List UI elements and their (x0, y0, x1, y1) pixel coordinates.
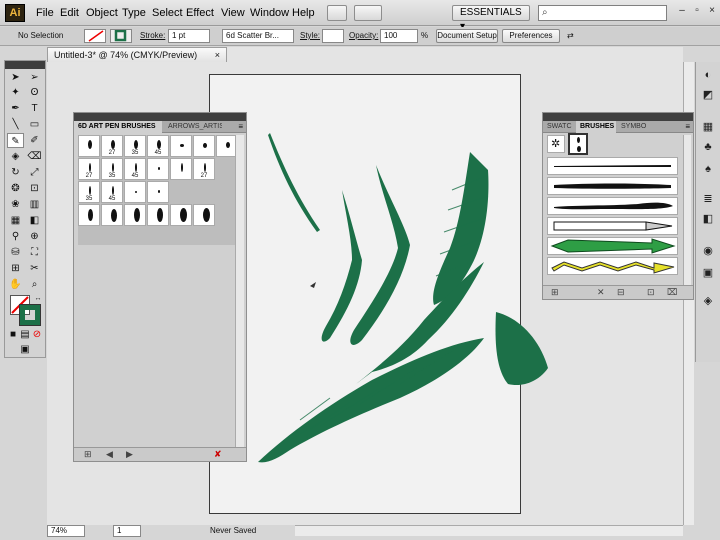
pen-stroke-thin (268, 133, 320, 232)
panel-tabs: SWATC BRUSHES SYMBO ≡ (543, 121, 693, 133)
brush-thumbnail[interactable]: 35 (78, 181, 100, 203)
panel-header[interactable] (543, 113, 693, 121)
scatter-brush-thumbnail[interactable]: ✲ (547, 135, 565, 153)
brush-thumbnail[interactable]: 45 (101, 181, 123, 203)
brush-thumbnail[interactable] (147, 204, 169, 226)
panel-tabs: 6D ART PEN BRUSHES ARROWS_ARTIS ≡ (74, 121, 246, 133)
scribble-stroke-lower (258, 338, 484, 463)
panel-footer: ⊞ ◀ ▶ ✘ (74, 447, 246, 461)
brush-thumbnail[interactable]: 35 (124, 135, 146, 157)
tab-symbols[interactable]: SYMBO (617, 121, 651, 133)
selected-brush-thumbnail[interactable] (568, 133, 588, 155)
appearance-panel-icon[interactable]: ◉ (701, 244, 715, 258)
brush-thumbnail[interactable] (170, 135, 192, 157)
brush-thumbnail[interactable]: 27 (101, 135, 123, 157)
stray-mark (310, 282, 316, 288)
brush-thumbnail[interactable] (170, 158, 192, 180)
brushes-panel-icon[interactable]: ♣ (701, 140, 715, 154)
brush-row-thin[interactable] (547, 157, 678, 175)
brush-thumbnail[interactable] (101, 204, 123, 226)
swatches-panel-icon[interactable]: ▦ (701, 120, 715, 134)
tab-art-pen-brushes[interactable]: 6D ART PEN BRUSHES (74, 121, 162, 133)
remove-stroke-icon[interactable]: ✕ (597, 287, 605, 298)
brush-row-yellow-arrow[interactable] (547, 257, 678, 275)
scribble-stroke-upper (433, 152, 489, 305)
brush-thumbnail[interactable]: 27 (78, 158, 100, 180)
brush-thumbnail[interactable] (147, 158, 169, 180)
panel-dock: ◐ ◩ ▦ ♣ ♠ ≣ ◧ ◉ ▣ ◈ (695, 62, 720, 362)
brush-thumbnail[interactable]: 45 (147, 135, 169, 157)
delete-brush-icon[interactable]: ⌧ (667, 287, 677, 298)
panel-footer: ⊞ ✕ ⊟ ⊡ ⌧ (543, 285, 693, 299)
brush-row-pencil[interactable] (547, 217, 678, 235)
brush-row-dry[interactable] (547, 197, 678, 215)
brush-thumbnail[interactable]: 45 (124, 158, 146, 180)
brush-thumbnail[interactable]: 35 (101, 158, 123, 180)
brush-thumbnail-grid: 27 35 45 27 35 45 27 35 45 (78, 135, 238, 245)
art-pen-brushes-panel: 6D ART PEN BRUSHES ARROWS_ARTIS ≡ 27 35 … (73, 112, 247, 462)
save-status: Never Saved (210, 526, 257, 535)
tab-arrows[interactable]: ARROWS_ARTIS (164, 121, 222, 133)
panel-menu-icon[interactable]: ≡ (685, 121, 690, 133)
brush-library-menu-icon[interactable]: ⊞ (84, 449, 92, 460)
brush-row-green-arrow[interactable] (547, 237, 678, 255)
artboard-number-field[interactable]: 1 (113, 525, 141, 537)
previous-library-icon[interactable]: ◀ (106, 449, 113, 460)
brushes-panel: SWATC BRUSHES SYMBO ≡ ✲ ⊞ ✕ ⊟ ⊡ ⌧ (542, 112, 694, 300)
symbols-panel-icon[interactable]: ♠ (701, 162, 715, 176)
status-bar: 74% 1 Never Saved (47, 525, 295, 538)
illustrator-window: Ai File Edit Object Type Select Effect V… (0, 0, 720, 540)
brush-thumbnail[interactable] (78, 204, 100, 226)
brush-options-icon[interactable]: ⊟ (617, 287, 625, 298)
scribble-stroke-right (495, 312, 548, 386)
gear-icon: ✲ (551, 138, 561, 150)
panel-scrollbar[interactable] (235, 135, 244, 447)
next-library-icon[interactable]: ▶ (126, 449, 133, 460)
brush-stroke-left (321, 190, 362, 342)
brush-thumbnail[interactable] (170, 204, 192, 226)
brush-thumbnail[interactable] (147, 181, 169, 203)
layers-panel-icon[interactable]: ◈ (701, 294, 715, 308)
color-panel-icon[interactable]: ◐ (701, 68, 715, 82)
brush-thumbnail[interactable] (78, 135, 100, 157)
color-guide-icon[interactable]: ◩ (701, 88, 715, 102)
panel-scrollbar[interactable] (683, 135, 691, 285)
panel-menu-icon[interactable]: ≡ (238, 121, 243, 133)
stroke-panel-icon[interactable]: ≣ (701, 192, 715, 206)
panel-header[interactable] (74, 113, 246, 121)
zoom-field[interactable]: 74% (47, 525, 85, 537)
brush-thumbnail[interactable] (124, 181, 146, 203)
brush-libraries-icon[interactable]: ⊞ (551, 287, 559, 298)
delete-brush-icon[interactable]: ✘ (214, 449, 222, 460)
brush-row-medium[interactable] (547, 177, 678, 195)
brush-thumbnail[interactable]: 27 (193, 158, 215, 180)
new-brush-icon[interactable]: ⊡ (647, 287, 655, 298)
tab-brushes[interactable]: BRUSHES (576, 121, 616, 133)
brush-thumbnail[interactable] (193, 135, 215, 157)
gradient-panel-icon[interactable]: ◧ (701, 212, 715, 226)
brush-thumbnail[interactable] (124, 204, 146, 226)
brush-thumbnail[interactable] (193, 204, 215, 226)
graphic-styles-icon[interactable]: ▣ (701, 266, 715, 280)
horizontal-scrollbar[interactable] (295, 525, 683, 536)
tab-swatches[interactable]: SWATC (543, 121, 575, 133)
